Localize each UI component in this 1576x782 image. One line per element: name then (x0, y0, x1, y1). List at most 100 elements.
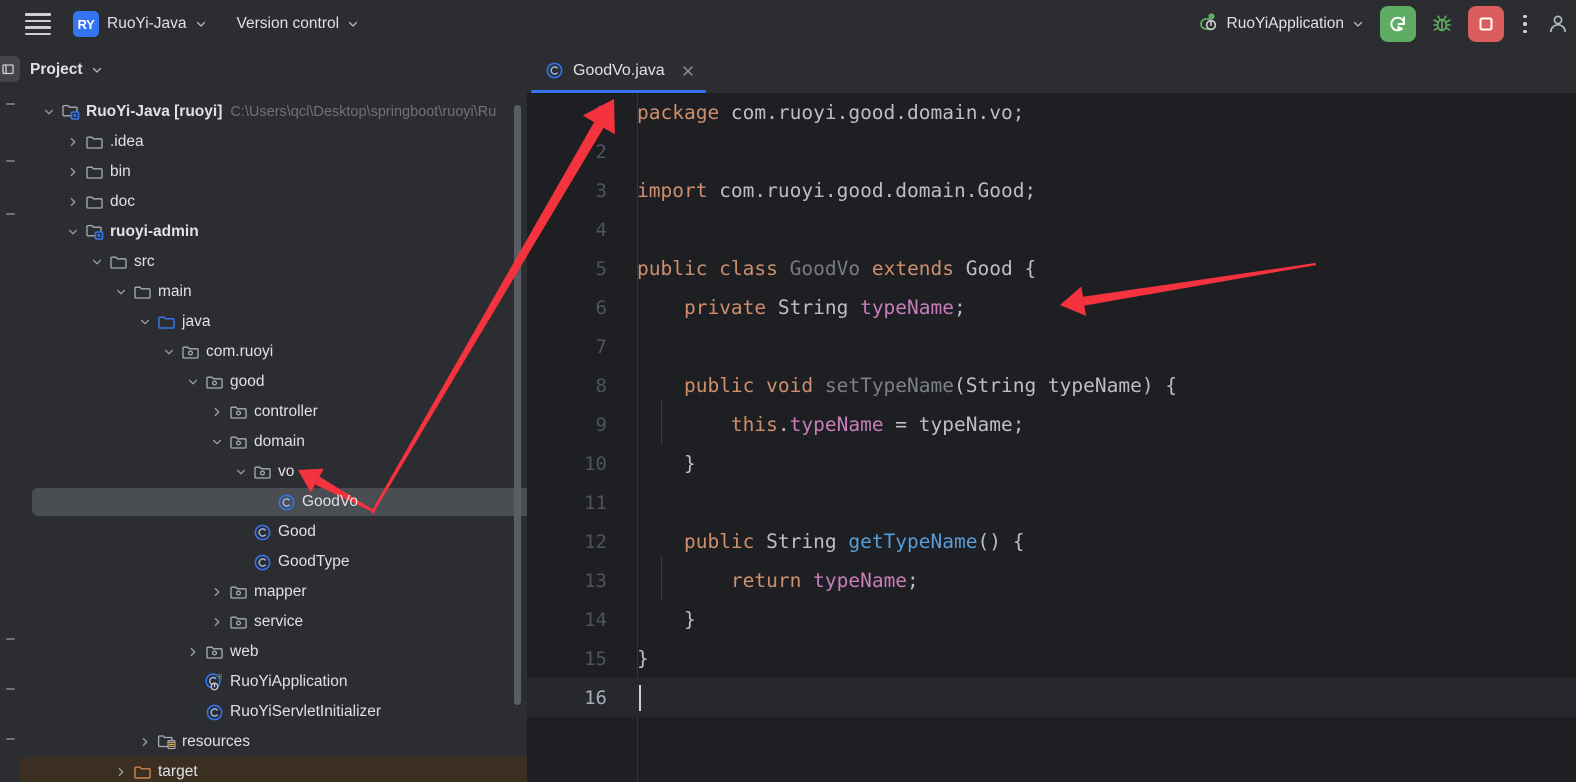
code-line-current[interactable]: 16 (527, 678, 1576, 717)
line-number: 13 (527, 570, 615, 592)
tree-node-label: main (158, 283, 192, 301)
chevron-right-icon[interactable] (206, 607, 228, 637)
tree-node[interactable]: main (20, 277, 527, 307)
code-line[interactable]: 6 private String typeName; (527, 288, 1576, 327)
chevron-down-icon[interactable] (62, 217, 84, 247)
close-icon[interactable] (680, 63, 696, 79)
tree-node-label: com.ruoyi (206, 343, 273, 361)
run-configuration-selector[interactable]: RuoYiApplication (1189, 8, 1372, 40)
tree-node[interactable]: controller (20, 397, 527, 427)
tree-node[interactable]: GoodType (20, 547, 527, 577)
project-tool-window-button[interactable] (0, 56, 20, 82)
tree-node[interactable]: Good (20, 517, 527, 547)
package-icon (228, 432, 249, 453)
hamburger-icon[interactable] (25, 11, 51, 37)
stripe-mark[interactable] (6, 738, 15, 740)
chevron-right-icon[interactable] (62, 157, 84, 187)
code-line[interactable]: 11 (527, 483, 1576, 522)
chevron-down-icon[interactable] (91, 64, 103, 76)
tree-node[interactable]: RuoYiApplication (20, 667, 527, 697)
code-line[interactable]: 2 (527, 132, 1576, 171)
code-line[interactable]: 10 } (527, 444, 1576, 483)
tree-node-label: bin (110, 163, 131, 181)
chevron-down-icon[interactable] (38, 97, 60, 127)
project-selector[interactable]: RY RuoYi-Java (65, 8, 215, 40)
project-panel-header[interactable]: Project (20, 48, 527, 92)
account-button[interactable] (1542, 6, 1576, 42)
folder-icon (108, 252, 129, 273)
chevron-right-icon[interactable] (62, 187, 84, 217)
chevron-down-icon[interactable] (134, 307, 156, 337)
tree-node[interactable]: com.ruoyi (20, 337, 527, 367)
chevron-down-icon[interactable] (110, 277, 132, 307)
code-line[interactable]: 13 return typeName; (527, 561, 1576, 600)
tree-node[interactable]: vo (20, 457, 527, 487)
project-badge: RY (73, 11, 99, 37)
more-actions-button[interactable] (1510, 6, 1540, 42)
chevron-down-icon[interactable] (158, 337, 180, 367)
line-number: 7 (527, 336, 615, 358)
tree-node[interactable]: RuoYi-Java [ruoyi]C:\Users\qcl\Desktop\s… (20, 97, 527, 127)
code-line[interactable]: 1package com.ruoyi.good.domain.vo; (527, 93, 1576, 132)
code-line[interactable]: 4 (527, 210, 1576, 249)
editor-tab-bar: GoodVo.java (527, 48, 1576, 93)
version-control-menu[interactable]: Version control (229, 8, 368, 40)
stop-button[interactable] (1468, 6, 1504, 42)
chevron-down-icon[interactable] (86, 247, 108, 277)
stripe-mark[interactable] (6, 160, 15, 162)
tree-node[interactable]: target (20, 757, 527, 782)
chevron-right-icon[interactable] (134, 727, 156, 757)
chevron-down-icon[interactable] (206, 427, 228, 457)
stripe-mark[interactable] (6, 688, 15, 690)
chevron-right-icon[interactable] (110, 757, 132, 782)
tree-node-label: service (254, 613, 303, 631)
tree-node[interactable]: java (20, 307, 527, 337)
debug-button[interactable] (1424, 6, 1460, 42)
code-text: public String getTypeName() { (615, 530, 1024, 553)
chevron-down-icon[interactable] (182, 367, 204, 397)
code-line[interactable]: 9 this.typeName = typeName; (527, 405, 1576, 444)
rerun-button[interactable] (1380, 6, 1416, 42)
tree-node[interactable]: RuoYiServletInitializer (20, 697, 527, 727)
chevron-down-icon[interactable] (230, 457, 252, 487)
tree-node-label: .idea (110, 133, 144, 151)
code-line[interactable]: 8 public void setTypeName(String typeNam… (527, 366, 1576, 405)
editor-tab[interactable]: GoodVo.java (527, 48, 710, 93)
chevron-right-icon[interactable] (182, 637, 204, 667)
code-editor[interactable]: 1package com.ruoyi.good.domain.vo;23impo… (527, 93, 1576, 782)
code-line[interactable]: 3import com.ruoyi.good.domain.Good; (527, 171, 1576, 210)
code-line[interactable]: 14 } (527, 600, 1576, 639)
tree-node[interactable]: bin (20, 157, 527, 187)
tree-node[interactable]: doc (20, 187, 527, 217)
stripe-mark[interactable] (6, 638, 15, 640)
chevron-right-icon[interactable] (206, 397, 228, 427)
tree-node[interactable]: service (20, 607, 527, 637)
tree-node[interactable]: domain (20, 427, 527, 457)
java-class-icon (545, 61, 564, 80)
project-tree-scrollbar[interactable] (514, 105, 521, 705)
code-line[interactable]: 7 (527, 327, 1576, 366)
chevron-right-icon[interactable] (206, 577, 228, 607)
line-number: 15 (527, 648, 615, 670)
kebab-dot (1523, 15, 1527, 19)
code-line[interactable]: 5public class GoodVo extends Good { (527, 249, 1576, 288)
tree-node[interactable]: web (20, 637, 527, 667)
tree-node[interactable]: .idea (20, 127, 527, 157)
chevron-down-icon (195, 18, 207, 30)
tree-node[interactable]: ruoyi-admin (20, 217, 527, 247)
tree-node[interactable]: src (20, 247, 527, 277)
folder-icon (84, 162, 105, 183)
tree-node-label: GoodVo (302, 493, 358, 511)
stripe-mark[interactable] (6, 103, 15, 105)
code-line[interactable]: 12 public String getTypeName() { (527, 522, 1576, 561)
tree-node-selected[interactable]: GoodVo (20, 487, 527, 517)
code-text: } (615, 608, 696, 631)
line-number: 6 (527, 297, 615, 319)
tree-node[interactable]: mapper (20, 577, 527, 607)
code-line[interactable]: 15} (527, 639, 1576, 678)
chevron-right-icon[interactable] (62, 127, 84, 157)
tree-node[interactable]: good (20, 367, 527, 397)
tree-node[interactable]: resources (20, 727, 527, 757)
stripe-mark[interactable] (6, 213, 15, 215)
package-icon (204, 642, 225, 663)
